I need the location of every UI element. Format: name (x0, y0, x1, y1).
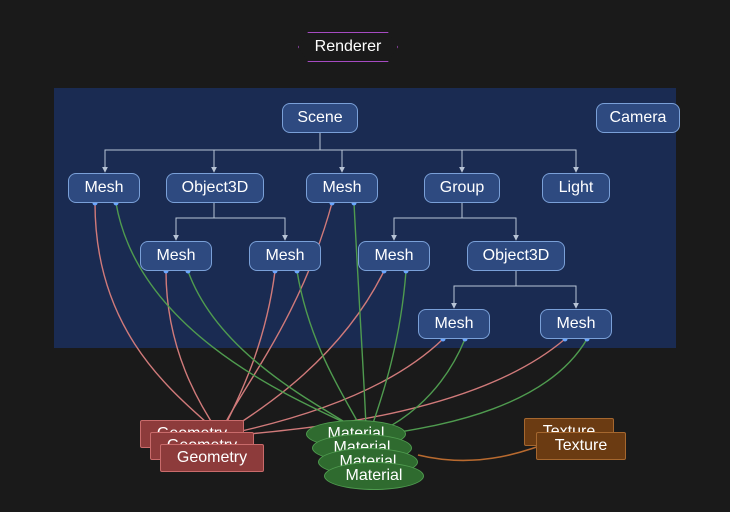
mesh-node: Mesh (540, 309, 612, 339)
scene-node: Scene (282, 103, 358, 133)
mesh-node: Mesh (249, 241, 321, 271)
object3d-node: Object3D (166, 173, 264, 203)
mesh-node: Mesh (68, 173, 140, 203)
texture-node: Texture (536, 432, 626, 460)
light-node: Light (542, 173, 610, 203)
mesh-node: Mesh (418, 309, 490, 339)
mesh-node: Mesh (140, 241, 212, 271)
geometry-node: Geometry (160, 444, 264, 472)
camera-node: Camera (596, 103, 680, 133)
renderer-node: Renderer (298, 32, 398, 62)
mesh-node: Mesh (358, 241, 430, 271)
material-node: Material (324, 462, 424, 490)
group-node: Group (424, 173, 500, 203)
diagram-stage: { "renderer": "Renderer", "scene_panel":… (0, 0, 730, 512)
object3d-node: Object3D (467, 241, 565, 271)
mesh-node: Mesh (306, 173, 378, 203)
